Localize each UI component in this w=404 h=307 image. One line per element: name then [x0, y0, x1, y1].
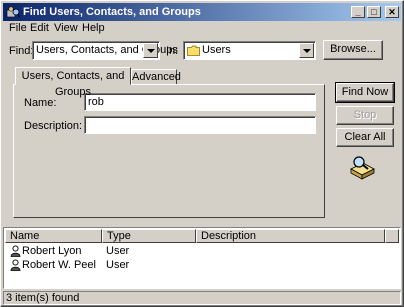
- window-title: Find Users, Contacts, and Groups: [23, 6, 201, 18]
- column-header-spacer: [385, 229, 399, 243]
- list-item[interactable]: Robert Lyon User: [6, 244, 396, 258]
- stop-button[interactable]: Stop: [336, 106, 394, 125]
- result-type: User: [106, 259, 130, 271]
- close-button[interactable]: ✕: [385, 6, 399, 18]
- in-dropdown[interactable]: Users: [183, 41, 316, 60]
- name-label: Name:: [24, 97, 57, 109]
- column-header-type[interactable]: Type: [102, 229, 196, 243]
- clear-all-button[interactable]: Clear All: [336, 128, 394, 147]
- maximize-button[interactable]: □: [367, 6, 381, 18]
- chevron-down-icon: [147, 49, 155, 53]
- list-item[interactable]: Robert W. Peel User: [6, 258, 396, 272]
- search-animation-icon: [347, 155, 377, 184]
- find-dropdown[interactable]: Users, Contacts, and Groups: [32, 41, 178, 60]
- results-list[interactable]: Name Type Description Robert Lyon User R…: [3, 227, 401, 289]
- menu-edit[interactable]: Edit: [30, 22, 49, 34]
- title-bar[interactable]: Find Users, Contacts, and Groups _ □ ✕: [3, 3, 401, 21]
- menu-file[interactable]: File: [9, 22, 27, 34]
- search-panel: Name: rob Description:: [13, 84, 325, 218]
- find-label: Find:: [9, 45, 34, 57]
- menu-view[interactable]: View: [54, 22, 78, 34]
- name-input[interactable]: rob: [84, 93, 316, 111]
- status-bar: 3 item(s) found: [3, 291, 401, 305]
- description-input[interactable]: [84, 116, 316, 134]
- in-dropdown-button[interactable]: [299, 43, 314, 58]
- result-name: Robert Lyon: [22, 245, 82, 257]
- find-users-app-icon: [6, 5, 21, 19]
- user-icon: [10, 259, 21, 274]
- column-header-description[interactable]: Description: [196, 229, 385, 243]
- tab-users-contacts-groups[interactable]: Users, Contacts, and Groups: [15, 67, 131, 98]
- find-dropdown-button[interactable]: [143, 43, 158, 58]
- chevron-down-icon: [303, 49, 311, 53]
- result-name: Robert W. Peel: [22, 259, 96, 271]
- minimize-button[interactable]: _: [351, 6, 365, 18]
- in-label: In:: [166, 45, 179, 57]
- in-dropdown-value: Users: [202, 44, 231, 56]
- find-window: Find Users, Contacts, and Groups _ □ ✕ F…: [0, 0, 404, 307]
- description-label: Description:: [24, 120, 83, 132]
- find-now-button[interactable]: Find Now: [335, 82, 395, 103]
- column-header-name[interactable]: Name: [5, 229, 102, 243]
- result-type: User: [106, 245, 130, 257]
- browse-button[interactable]: Browse...: [323, 40, 383, 60]
- tab-advanced[interactable]: Advanced: [131, 69, 181, 85]
- folder-icon: [187, 45, 200, 59]
- menu-help[interactable]: Help: [82, 22, 105, 34]
